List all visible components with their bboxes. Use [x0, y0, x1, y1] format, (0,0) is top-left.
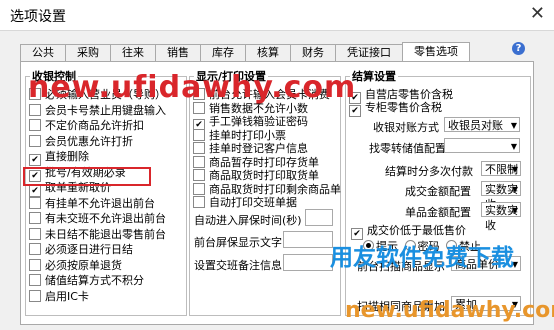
cashier-option-label: 有未交班不允许退出前台	[45, 212, 166, 225]
multi-payment-label: 结算时分多次付款	[385, 165, 473, 178]
cashier-option-checkbox[interactable]	[29, 227, 41, 240]
cashier-option-item[interactable]: 会员优惠允许打折	[29, 134, 133, 149]
unit-amount-select[interactable]: 实数实收 ▼	[481, 202, 521, 232]
cashier-option-label: 会员优惠允许打折	[45, 134, 133, 148]
low-price-label: 成交价低于最低售价	[367, 224, 466, 237]
watermark-url-top: new.ufidawhy.com	[28, 70, 357, 105]
display-option-label: 商品取货时打印剩余商品单	[209, 182, 341, 196]
total-amount-label: 成交金额配置	[405, 185, 471, 198]
cashier-option-item[interactable]: 必须按原单退货	[29, 258, 122, 273]
cashier-option-label: 必须按原单退货	[45, 258, 122, 272]
autoscreen-seconds-input[interactable]	[305, 209, 333, 226]
close-icon[interactable]: ✕	[530, 4, 545, 24]
tab-inventory[interactable]: 库存	[200, 44, 246, 61]
display-option-checkbox[interactable]	[193, 169, 205, 181]
highlight-box	[23, 167, 151, 186]
chevron-down-icon: ▼	[511, 165, 518, 174]
display-option-item[interactable]: 自动打印交班单据	[193, 195, 297, 210]
display-option-checkbox[interactable]	[193, 196, 205, 208]
cashier-option-item[interactable]: 储值结算方式不积分	[29, 273, 144, 288]
help-icon[interactable]: ?	[512, 42, 525, 55]
cashier-option-item[interactable]: 不定价商品允许折扣	[29, 118, 144, 133]
cashier-option-checkbox[interactable]	[29, 243, 41, 255]
cashier-option-item[interactable]: 有挂单不允许退出前台	[29, 196, 155, 211]
cashier-option-checkbox[interactable]	[29, 196, 41, 209]
tab-purchase[interactable]: 采购	[65, 44, 111, 61]
tab-costing[interactable]: 核算	[245, 44, 291, 61]
settlement-title: 结算设置	[352, 70, 396, 83]
change-to-stored-label: 找零转储值配置	[369, 142, 446, 155]
chevron-down-icon: ▼	[510, 142, 517, 151]
cashier-option-checkbox[interactable]	[29, 119, 41, 131]
cashier-option-item[interactable]: 有未交班不允许退出前台	[29, 211, 166, 226]
display-option-label: 手工弹钱箱验证密码	[209, 115, 308, 128]
display-option-label: 自动打印交班单据	[209, 196, 297, 209]
tab-common[interactable]: 公共	[20, 44, 66, 61]
display-option-checkbox[interactable]	[193, 142, 205, 154]
cashier-option-label: 直接删除	[45, 150, 89, 163]
cashier-option-label: 必须逐日进行日结	[45, 243, 133, 256]
cashier-option-checkbox[interactable]	[29, 274, 41, 286]
display-option-label: 挂单时登记客户信息	[209, 142, 308, 155]
cashier-option-checkbox[interactable]	[29, 103, 41, 116]
cashier-option-label: 不定价商品允许折扣	[45, 119, 144, 132]
cashier-option-label: 启用IC卡	[45, 289, 89, 303]
cashier-option-checkbox[interactable]	[29, 289, 41, 302]
display-option-label: 商品取货时打印取货单	[209, 169, 319, 182]
settlement-option-checkbox[interactable]: ✔	[349, 105, 361, 117]
screen-text-label: 前台屏保显示文字	[194, 236, 282, 249]
cashier-option-label: 未日结不能退出零售前台	[45, 227, 166, 241]
display-option-checkbox[interactable]	[193, 182, 205, 195]
window-title: 选项设置	[10, 9, 66, 25]
cashier-option-item[interactable]: ✔ 直接删除	[29, 149, 89, 166]
cashier-recon-select[interactable]: 收银员对账 ▼	[444, 117, 520, 132]
total-amount-select[interactable]: 实数实收▼	[481, 181, 521, 211]
chevron-down-icon: ▼	[510, 121, 517, 130]
watermark-chinese: 用友软件免费下载	[330, 245, 514, 271]
cashier-recon-label: 收银对账方式	[373, 121, 439, 134]
multi-payment-select[interactable]: 不限制 ▼	[481, 161, 521, 176]
shift-info-input[interactable]	[283, 254, 333, 271]
change-to-stored-select[interactable]: ▼	[444, 138, 520, 153]
unit-amount-label: 单品金额配置	[405, 206, 471, 219]
display-option-checkbox[interactable]	[193, 155, 205, 168]
display-option-label: 商品暂存时打印存货单	[209, 155, 319, 169]
chevron-down-icon: ▼	[511, 185, 518, 194]
cashier-option-label: 有挂单不允许退出前台	[45, 196, 155, 210]
cashier-option-checkbox[interactable]	[29, 134, 41, 147]
tab-voucher-interface[interactable]: 凭证接口	[335, 44, 403, 61]
tab-strip: 公共 采购 往来 销售 库存 核算 财务 凭证接口 零售选项	[20, 42, 470, 61]
cashier-option-item[interactable]: 必须逐日进行日结	[29, 242, 133, 257]
cashier-option-item[interactable]: 未日结不能退出零售前台	[29, 227, 166, 242]
tab-finance[interactable]: 财务	[290, 44, 336, 61]
display-option-label: 挂单时打印小票	[209, 128, 286, 142]
cashier-option-checkbox[interactable]	[29, 258, 41, 271]
tab-sales[interactable]: 销售	[155, 44, 201, 61]
cashier-option-label: 储值结算方式不积分	[45, 274, 144, 287]
title-bar: 选项设置 ✕	[0, 0, 554, 31]
tab-retail-options[interactable]: 零售选项	[402, 42, 470, 61]
chevron-down-icon: ▼	[511, 206, 518, 215]
tab-accounts[interactable]: 往来	[110, 44, 156, 61]
settlement-option-item[interactable]: ✔ 专柜零售价含税	[349, 100, 442, 117]
watermark-url-bottom: new.ufidawhy.com	[345, 298, 554, 323]
display-option-checkbox[interactable]	[193, 128, 205, 141]
shift-info-label: 设置交班备注信息	[194, 259, 282, 272]
low-price-checkbox-row[interactable]: ✔ 成交价低于最低售价	[351, 223, 466, 240]
cashier-option-item[interactable]: 启用IC卡	[29, 289, 89, 304]
cashier-recon-value: 收银员对账	[448, 119, 503, 132]
settlement-option-label: 专柜零售价含税	[365, 101, 442, 114]
autoscreen-label: 自动进入屏保时间(秒)	[194, 214, 302, 227]
cashier-option-checkbox[interactable]	[29, 212, 41, 224]
screen-text-input[interactable]	[283, 231, 333, 248]
cashier-option-label: 会员卡号禁止用键盘输入	[45, 103, 166, 117]
